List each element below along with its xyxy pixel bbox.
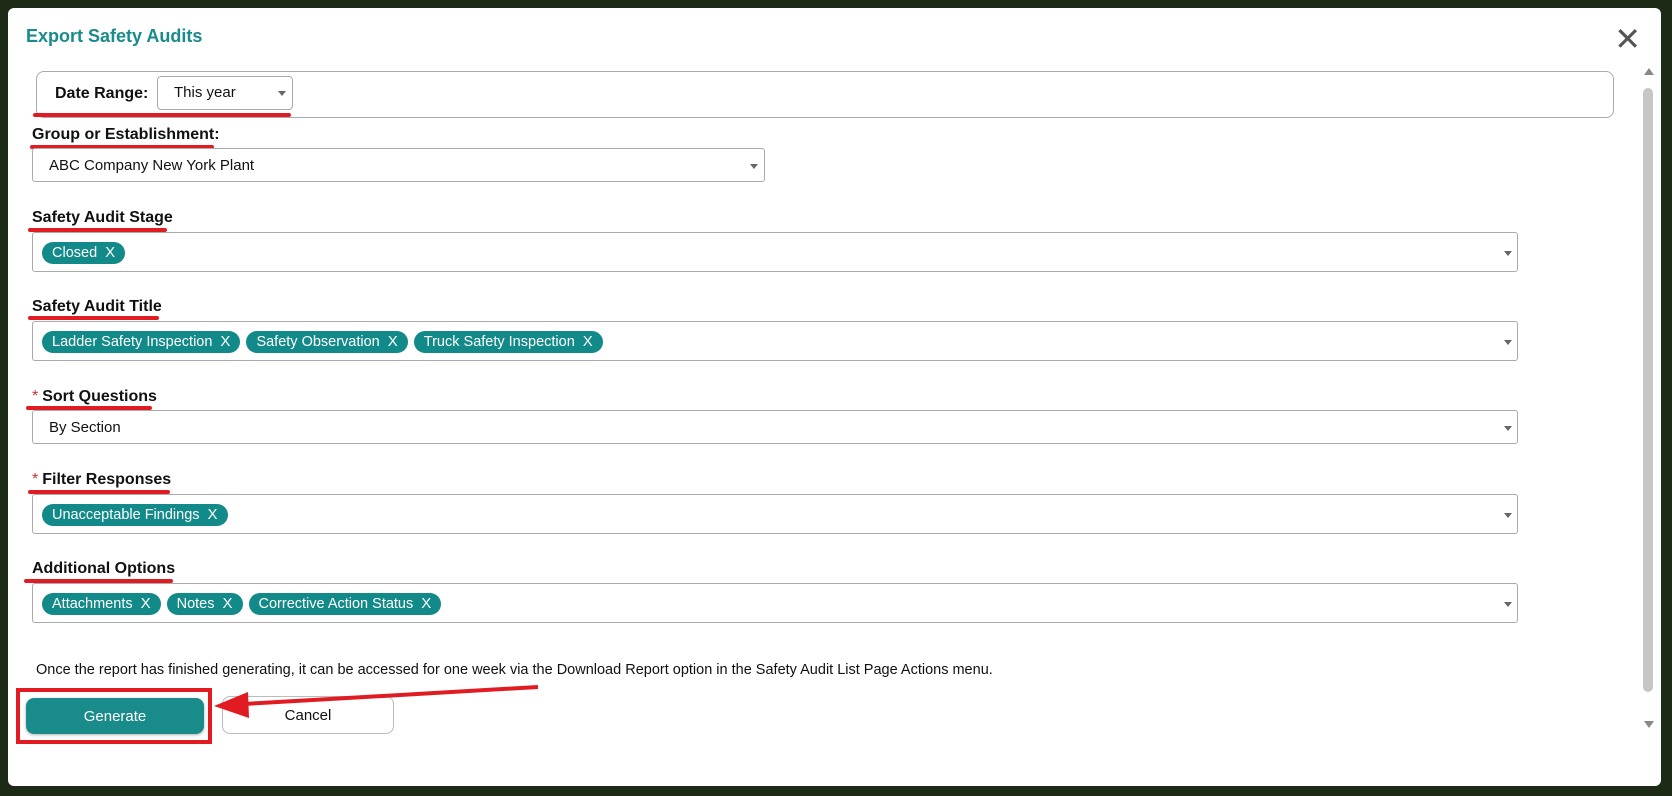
export-dialog: Export Safety Audits ✕ Date Range: This … [8, 8, 1661, 786]
annotation-arrow [214, 685, 539, 718]
